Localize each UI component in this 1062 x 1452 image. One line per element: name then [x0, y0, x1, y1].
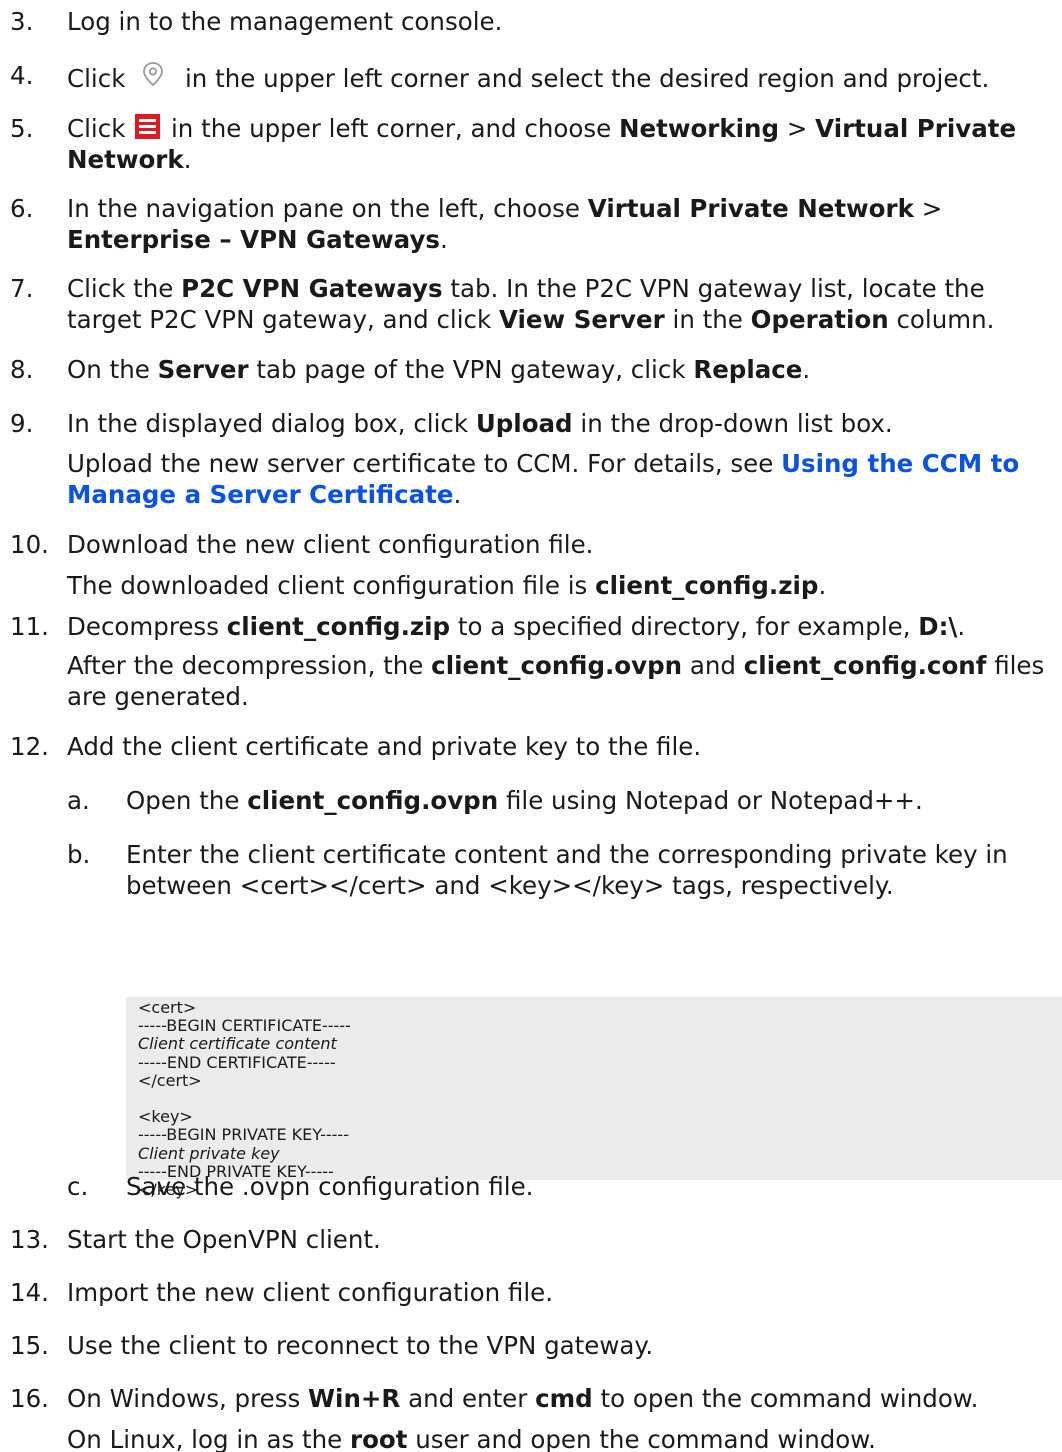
step-text: and enter	[408, 1384, 528, 1413]
tab-p2c-vpn-gateways: P2C VPN Gateways	[181, 274, 443, 303]
code-line: Client private key	[138, 1143, 280, 1163]
step-text: On Linux, log in as the	[67, 1425, 343, 1452]
step-number: 8.	[10, 355, 34, 384]
step-text: Open the	[126, 786, 240, 815]
step-text: Use the client to reconnect to the VPN g…	[67, 1331, 654, 1360]
punct: .	[183, 145, 192, 174]
step-text: Click	[67, 114, 126, 143]
key-combo: Win+R	[308, 1384, 401, 1413]
punct: .	[440, 225, 448, 254]
step-text: user and open the command window.	[415, 1425, 876, 1452]
step-text: Decompress	[67, 612, 219, 641]
step-text: in the	[672, 305, 743, 334]
code-line: </cert>	[138, 1070, 202, 1090]
command-name: cmd	[535, 1384, 593, 1413]
step-text: The downloaded client configuration file…	[67, 571, 588, 600]
step-number: 10.	[10, 530, 49, 559]
step-number: 16.	[10, 1384, 49, 1413]
step-text: to a specified directory, for example,	[457, 612, 911, 641]
step-number: 6.	[10, 194, 34, 223]
step-text: Click the	[67, 274, 174, 303]
step-text: Add the client certificate and private k…	[67, 732, 702, 761]
step-number: 7.	[10, 274, 34, 303]
step-text: In the displayed dialog box, click	[67, 409, 469, 438]
operation-column-label: Operation	[750, 305, 889, 334]
code-line: -----BEGIN PRIVATE KEY-----	[138, 1125, 349, 1145]
hamburger-menu-icon	[135, 114, 161, 139]
code-line: -----END CERTIFICATE-----	[138, 1052, 336, 1072]
code-block: <cert> -----BEGIN CERTIFICATE----- Client …	[126, 997, 1062, 1199]
view-server-label: View Server	[498, 305, 665, 334]
step-text: to open the command window.	[600, 1384, 979, 1413]
step-text: Enter the client certificate content and…	[126, 840, 1008, 900]
filename: client_config.zip	[595, 571, 819, 600]
menu-path-networking: Networking	[618, 114, 780, 143]
step-number: 12.	[10, 732, 49, 761]
step-number: 13.	[10, 1225, 49, 1254]
step-text: Save the .ovpn configuration file.	[126, 1172, 534, 1201]
code-line: Client certificate content	[138, 1034, 337, 1054]
step-text: Upload the new server certificate to CCM…	[67, 449, 774, 478]
document-page: { "steps": { "s3": {"num": "3.", "text":…	[0, 0, 1062, 1452]
step-text: Import the new client configuration file…	[67, 1278, 554, 1307]
substep-letter: c.	[67, 1172, 89, 1201]
path-separator: >	[921, 194, 943, 223]
step-text: in the upper left corner, and choose	[170, 114, 612, 143]
substep-letter: a.	[67, 786, 90, 815]
step-text: Log in to the management console.	[67, 7, 503, 36]
punct: .	[453, 480, 462, 509]
filename: client_config.ovpn	[247, 786, 499, 815]
step-number: 9.	[10, 409, 34, 438]
nav-path-enterprise-vpn-gateways: Enterprise – VPN Gateways	[67, 225, 441, 254]
directory-path: D:\	[918, 612, 958, 641]
step-text: On the	[67, 355, 150, 384]
replace-label: Replace	[693, 355, 803, 384]
upload-label: Upload	[475, 409, 573, 438]
step-text: and	[689, 651, 736, 680]
step-text: Download the new client configuration fi…	[67, 530, 594, 559]
step-text: in the upper left corner and select the …	[184, 64, 990, 93]
filename: client_config.conf	[743, 651, 987, 680]
step-number: 4.	[10, 61, 34, 90]
step-text: Start the OpenVPN client.	[67, 1225, 381, 1254]
user-name: root	[350, 1425, 408, 1452]
filename: client_config.zip	[226, 612, 451, 641]
step-text: Click	[67, 64, 126, 93]
punct: .	[957, 612, 966, 641]
step-text: After the decompression, the	[67, 651, 424, 680]
code-line: <cert>	[138, 998, 197, 1017]
step-text: In the navigation pane on the left, choo…	[67, 194, 580, 223]
punct: .	[802, 355, 811, 384]
step-text: tab page of the VPN gateway, click	[256, 355, 686, 384]
step-number: 5.	[10, 114, 34, 143]
code-line: -----BEGIN CERTIFICATE-----	[138, 1016, 351, 1036]
filename: client_config.ovpn	[431, 651, 683, 680]
location-pin-icon	[135, 60, 171, 91]
step-number: 15.	[10, 1331, 49, 1360]
code-line: <key>	[138, 1107, 193, 1127]
path-separator: >	[786, 114, 808, 143]
step-number: 3.	[10, 7, 34, 36]
step-text: file using Notepad or Notepad++.	[505, 786, 923, 815]
step-number: 11.	[10, 612, 49, 641]
punct: .	[818, 571, 827, 600]
step-text: in the drop-down list box.	[580, 409, 893, 438]
nav-path-vpn: Virtual Private Network	[587, 194, 914, 223]
server-tab-label: Server	[157, 355, 249, 384]
substep-letter: b.	[67, 840, 91, 869]
step-number: 14.	[10, 1278, 49, 1307]
step-text: column.	[896, 305, 995, 334]
step-text: On Windows, press	[67, 1384, 301, 1413]
